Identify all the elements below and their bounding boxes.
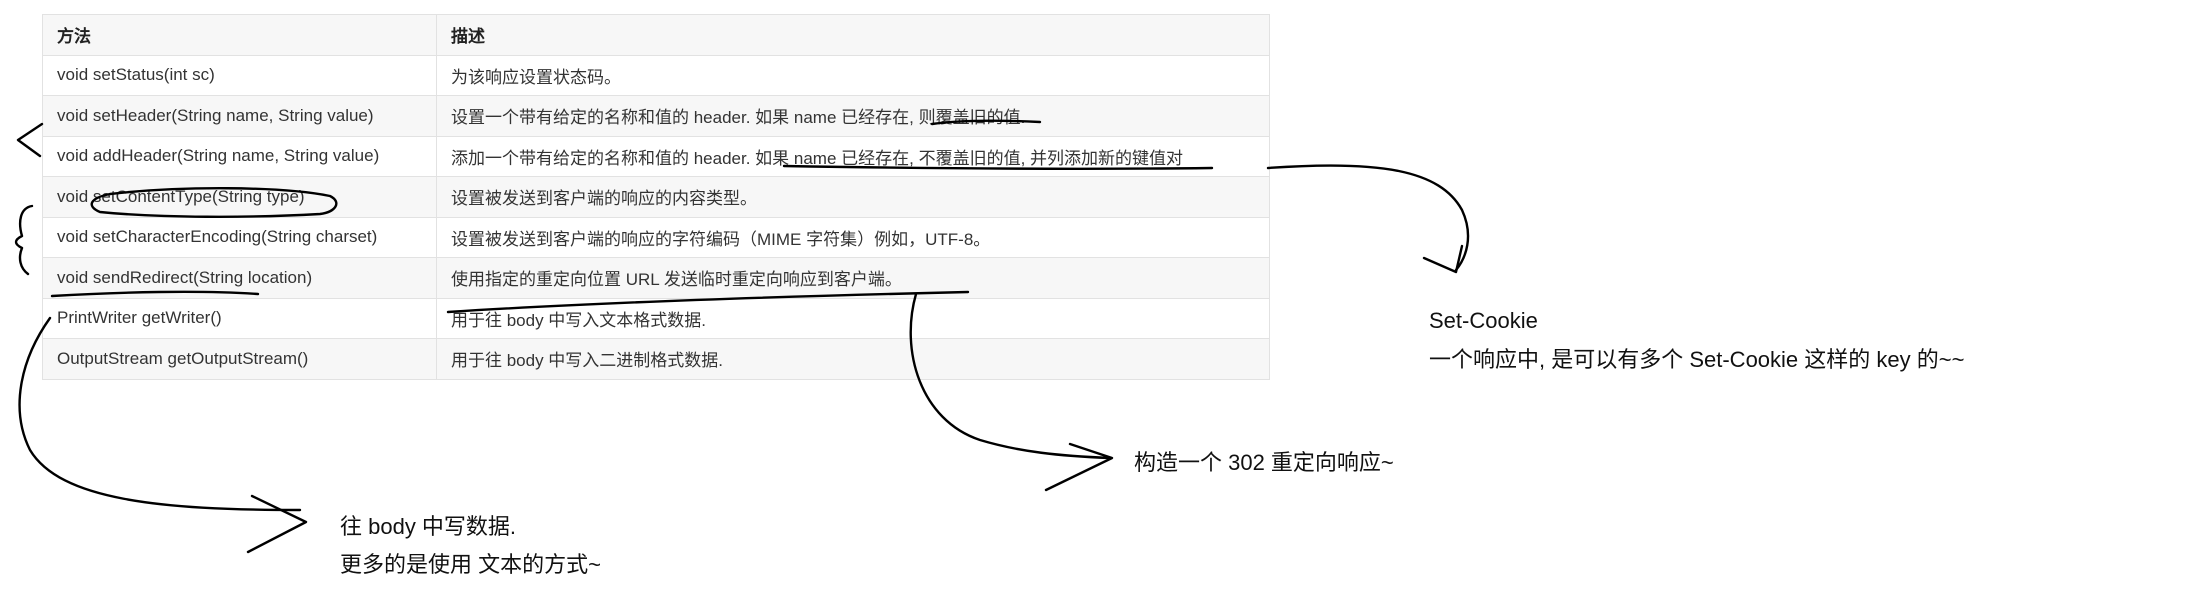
description-cell: 用于往 body 中写入文本格式数据. [436,297,1270,339]
table-header-row: 方法 描述 [42,14,1270,56]
arrowhead-redirect [1044,442,1114,492]
method-cell: void setContentType(String type) [42,176,437,218]
table-row: PrintWriter getWriter() 用于往 body 中写入文本格式… [42,297,1270,339]
table-row: void setStatus(int sc) 为该响应设置状态码。 [42,54,1270,96]
arrow-to-set-cookie [1266,164,1470,272]
body-note-line1: 往 body 中写数据. [340,514,517,539]
description-cell: 为该响应设置状态码。 [436,54,1270,96]
method-cell: PrintWriter getWriter() [42,297,437,339]
api-method-table: 方法 描述 void setStatus(int sc) 为该响应设置状态码。 … [42,14,1270,380]
table-row: void setContentType(String type) 设置被发送到客… [42,176,1270,218]
description-cell: 使用指定的重定向位置 URL 发送临时重定向响应到客户端。 [436,257,1270,299]
method-cell: void setStatus(int sc) [42,54,437,96]
header-method: 方法 [42,14,437,56]
description-cell: 用于往 body 中写入二进制格式数据. [436,338,1270,380]
set-cookie-note: 一个响应中, 是可以有多个 Set-Cookie 这样的 key 的~~ [1429,347,1965,372]
method-cell: void setHeader(String name, String value… [42,95,437,137]
method-cell: void sendRedirect(String location) [42,257,437,299]
table-row: void setCharacterEncoding(String charset… [42,216,1270,258]
chevron-left-mark [16,122,44,158]
description-cell: 设置被发送到客户端的响应的字符编码（MIME 字符集）例如，UTF-8。 [436,216,1270,258]
redirect-note: 构造一个 302 重定向响应~ [1134,450,1394,475]
table-row: void sendRedirect(String location) 使用指定的… [42,257,1270,299]
table-row: OutputStream getOutputStream() 用于往 body … [42,338,1270,380]
table-row: void setHeader(String name, String value… [42,95,1270,137]
description-cell: 设置一个带有给定的名称和值的 header. 如果 name 已经存在, 则覆盖… [436,95,1270,137]
set-cookie-title: Set-Cookie [1429,308,1538,333]
arrowhead-body [246,494,308,554]
body-note-line2: 更多的是使用 文本的方式~ [340,552,601,577]
header-description: 描述 [436,14,1270,56]
table-row: void addHeader(String name, String value… [42,135,1270,177]
description-cell: 添加一个带有给定的名称和值的 header. 如果 name 已经存在, 不覆盖… [436,135,1270,177]
method-cell: void addHeader(String name, String value… [42,135,437,177]
arrowhead-set-cookie [1422,244,1464,274]
method-cell: void setCharacterEncoding(String charset… [42,216,437,258]
brace-mark [14,204,34,276]
description-cell: 设置被发送到客户端的响应的内容类型。 [436,176,1270,218]
method-cell: OutputStream getOutputStream() [42,338,437,380]
